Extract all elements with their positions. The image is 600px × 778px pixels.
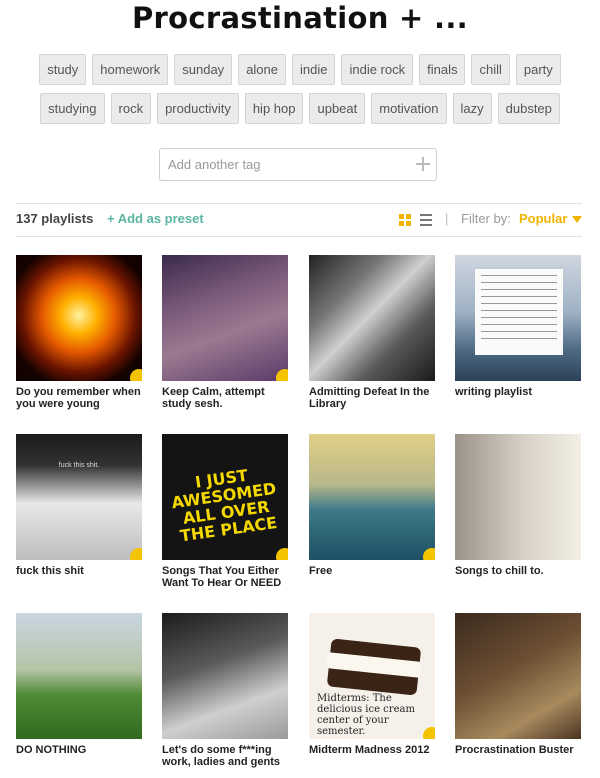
toolbar-separator: |: [445, 211, 449, 226]
tracklist-card: [475, 269, 563, 355]
play-badge-icon[interactable]: [276, 369, 288, 381]
playlist-title[interactable]: Procrastination Buster: [455, 744, 581, 756]
playlist-tile[interactable]: Free: [309, 434, 435, 577]
playlist-tile[interactable]: Procrastination Buster: [455, 613, 581, 756]
playlist-cover[interactable]: [162, 255, 288, 381]
playlist-tile[interactable]: DO NOTHING: [16, 613, 142, 756]
tag-chip-lazy[interactable]: lazy: [452, 93, 492, 124]
grid-view-icon[interactable]: [399, 214, 411, 226]
playlist-title[interactable]: Admitting Defeat In the Library: [309, 386, 435, 410]
playlist-cover[interactable]: [16, 613, 142, 739]
tag-chip-chill[interactable]: chill: [471, 54, 510, 85]
playlist-cover[interactable]: [162, 613, 288, 739]
tag-chip-indie[interactable]: indie: [292, 54, 336, 85]
playlist-cover[interactable]: [309, 434, 435, 560]
list-view-icon[interactable]: [420, 214, 432, 226]
playlist-tile[interactable]: Let's do some f***ing work, ladies and g…: [162, 613, 288, 768]
play-badge-icon[interactable]: [130, 369, 142, 381]
playlist-tile[interactable]: writing playlist: [455, 255, 581, 398]
playlist-title[interactable]: Keep Calm, attempt study sesh.: [162, 386, 288, 410]
playlist-title[interactable]: fuck this shit: [16, 565, 142, 577]
tag-chip-study[interactable]: study: [39, 54, 87, 85]
tag-chip-rock[interactable]: rock: [110, 93, 152, 124]
playlist-cover[interactable]: fuck this shit.: [16, 434, 142, 560]
page-title: Procrastination + ...: [131, 1, 469, 35]
tag-chip-hip-hop[interactable]: hip hop: [244, 93, 304, 124]
tag-row: study homework sunday alone indie indie …: [0, 54, 600, 85]
playlist-title[interactable]: Songs That You Either Want To Hear Or NE…: [162, 565, 288, 589]
playlist-title[interactable]: Midterm Madness 2012: [309, 744, 435, 756]
playlist-title[interactable]: Do you remember when you were young: [16, 386, 142, 410]
tag-chip-finals[interactable]: finals: [419, 54, 466, 85]
tag-chip-upbeat[interactable]: upbeat: [309, 93, 366, 124]
playlist-cover[interactable]: [455, 255, 581, 381]
playlist-cover[interactable]: I JUST AWESOMED ALL OVER THE PLACE: [162, 434, 288, 560]
playlist-tile[interactable]: Songs to chill to.: [455, 434, 581, 577]
playlist-cover[interactable]: [455, 613, 581, 739]
playlist-tile[interactable]: Admitting Defeat In the Library: [309, 255, 435, 410]
playlist-title[interactable]: Let's do some f***ing work, ladies and g…: [162, 744, 288, 768]
tag-chip-productivity[interactable]: productivity: [157, 93, 239, 124]
tag-chip-alone[interactable]: alone: [238, 54, 286, 85]
add-tag-input[interactable]: [160, 149, 400, 180]
tag-chip-party[interactable]: party: [515, 54, 561, 85]
play-badge-icon[interactable]: [276, 548, 288, 560]
playlist-cover[interactable]: [309, 255, 435, 381]
add-as-preset-link[interactable]: + Add as preset: [107, 211, 204, 226]
filter-label: Filter by:: [461, 211, 511, 226]
cover-caption: fuck this shit.: [58, 462, 100, 469]
tag-chip-dubstep[interactable]: dubstep: [497, 93, 560, 124]
playlist-title[interactable]: DO NOTHING: [16, 744, 142, 756]
caret-down-icon[interactable]: [572, 216, 582, 223]
tag-chip-sunday[interactable]: sunday: [174, 54, 233, 85]
tag-chip-motivation[interactable]: motivation: [371, 93, 447, 124]
play-badge-icon[interactable]: [130, 548, 142, 560]
playlist-tile[interactable]: Keep Calm, attempt study sesh.: [162, 255, 288, 410]
playlist-title[interactable]: writing playlist: [455, 386, 581, 398]
playlist-title[interactable]: Free: [309, 565, 435, 577]
cover-caption: I JUST AWESOMED ALL OVER THE PLACE: [170, 465, 279, 546]
tag-chip-studying[interactable]: studying: [40, 93, 105, 124]
playlist-cover[interactable]: [16, 255, 142, 381]
play-badge-icon[interactable]: [423, 548, 435, 560]
filter-dropdown[interactable]: Popular: [519, 211, 567, 226]
playlist-tile[interactable]: fuck this shit. fuck this shit: [16, 434, 142, 577]
divider: [16, 203, 582, 204]
playlist-count: 137 playlists: [16, 211, 94, 226]
playlist-cover[interactable]: [455, 434, 581, 560]
playlist-tile[interactable]: Midterms: The delicious ice cream center…: [309, 613, 435, 756]
add-tag-field: [159, 148, 437, 181]
playlist-title[interactable]: Songs to chill to.: [455, 565, 581, 577]
cover-caption: Midterms: The delicious ice cream center…: [317, 693, 415, 737]
tag-chip-homework[interactable]: homework: [92, 54, 169, 85]
divider: [16, 236, 582, 237]
playlist-tile[interactable]: Do you remember when you were young: [16, 255, 142, 410]
plus-icon[interactable]: [416, 157, 430, 171]
tag-row: studying rock productivity hip hop upbea…: [0, 93, 600, 124]
tag-chip-indie-rock[interactable]: indie rock: [341, 54, 414, 85]
playlist-tile[interactable]: I JUST AWESOMED ALL OVER THE PLACE Songs…: [162, 434, 288, 589]
playlist-cover[interactable]: Midterms: The delicious ice cream center…: [309, 613, 435, 739]
play-badge-icon[interactable]: [423, 727, 435, 739]
